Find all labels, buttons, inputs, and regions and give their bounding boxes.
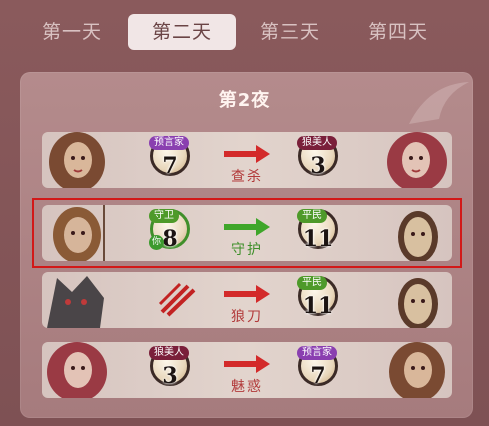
guard-portrait <box>53 205 105 261</box>
seer-portrait <box>49 132 105 188</box>
night-action-row-seer-check: 预言家 7 查杀 狼美人 3 <box>42 132 452 188</box>
player-number: 11 <box>302 293 334 319</box>
role-werewolf-beauty-tag: 狼美人 <box>149 346 189 360</box>
action-label: 狼刀 <box>231 309 263 325</box>
werewolf-portrait <box>47 276 104 328</box>
player-number: 3 <box>162 363 178 389</box>
villager-portrait <box>398 278 438 328</box>
player-3-badge: 狼美人 3 <box>297 136 338 179</box>
player-11-badge: 平民 11 <box>297 276 338 319</box>
green-arrow-icon <box>224 218 270 236</box>
player-7-badge: 预言家 7 <box>297 346 338 389</box>
player-number: 3 <box>310 153 326 179</box>
villager-portrait <box>398 211 438 261</box>
red-arrow-icon <box>224 285 270 303</box>
werewolf-beauty-portrait <box>387 132 447 188</box>
action-label: 魅惑 <box>231 379 263 395</box>
player-number: 11 <box>302 226 334 252</box>
day-tabs: 第一天 第二天 第三天 第四天 <box>0 14 489 54</box>
role-seer-tag: 预言家 <box>297 346 337 360</box>
werewolf-beauty-portrait <box>47 342 107 398</box>
role-guard-tag: 守卫 <box>149 209 179 223</box>
claw-slash-icon <box>158 282 196 317</box>
player-number: 7 <box>310 363 326 389</box>
player-7-badge: 预言家 7 <box>149 136 190 179</box>
role-werewolf-beauty-tag: 狼美人 <box>297 136 337 150</box>
you-marker: 你 <box>149 235 164 250</box>
red-arrow-icon <box>224 355 270 373</box>
tab-day-2[interactable]: 第二天 <box>128 14 236 50</box>
player-8-badge: 守卫 8 你 <box>149 209 190 252</box>
tab-day-3[interactable]: 第三天 <box>248 14 332 50</box>
player-number: 7 <box>162 153 178 179</box>
action-label: 查杀 <box>231 169 263 185</box>
player-11-badge: 平民 11 <box>297 209 338 252</box>
red-arrow-icon <box>224 145 270 163</box>
player-3-badge: 狼美人 3 <box>149 346 190 389</box>
role-villager-tag: 平民 <box>297 276 327 290</box>
tab-day-4[interactable]: 第四天 <box>356 14 440 50</box>
tab-day-1[interactable]: 第一天 <box>30 14 114 50</box>
role-seer-tag: 预言家 <box>149 136 189 150</box>
night-action-row-charm: 狼美人 3 魅惑 预言家 7 <box>42 342 452 398</box>
night-action-row-guard-protect: 守卫 8 你 守护 平民 11 <box>42 205 452 261</box>
role-villager-tag: 平民 <box>297 209 327 223</box>
seer-portrait <box>389 342 445 398</box>
night-title: 第2夜 <box>218 90 271 111</box>
night-action-row-werewolf-kill: 狼刀 平民 11 <box>42 272 452 328</box>
action-label: 守护 <box>231 242 263 258</box>
